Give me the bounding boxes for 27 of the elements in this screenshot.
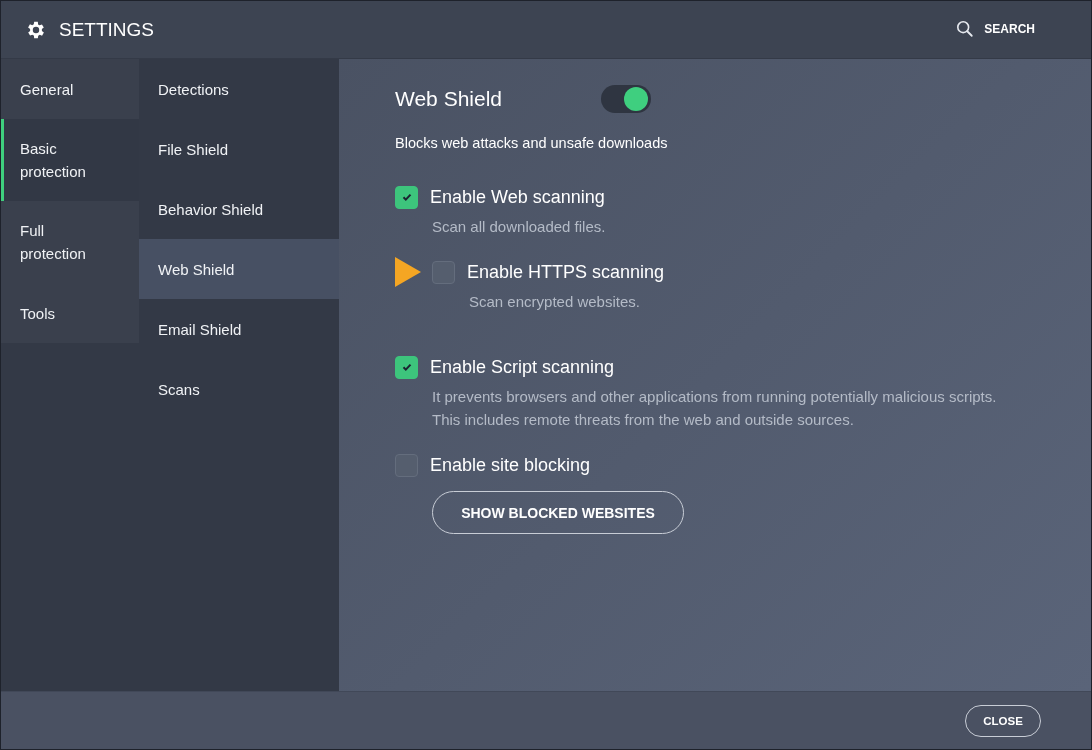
checkbox[interactable] <box>395 355 418 379</box>
option-description: It prevents browsers and other applications from running potentially malicious scripts. This includes remote threats from the web and outside sources. <box>432 387 997 430</box>
panel-title: Web Shield <box>395 87 503 111</box>
option-description: Scan encrypted websites. <box>469 292 641 312</box>
option-label: Enable site blocking <box>430 454 591 476</box>
section-item[interactable]: Scans <box>139 359 339 419</box>
category-item[interactable]: General <box>1 59 139 119</box>
section-item[interactable]: Detections <box>139 59 339 119</box>
checkbox[interactable] <box>432 260 455 284</box>
toggle-switch[interactable] <box>601 85 651 113</box>
category-item[interactable]: Tools <box>1 283 139 343</box>
section-item[interactable]: Email Shield <box>139 299 339 359</box>
section-item[interactable]: Web Shield <box>139 239 339 299</box>
section-item[interactable]: Behavior Shield <box>139 179 339 239</box>
panel-description: Blocks web attacks and unsafe downloads <box>395 135 669 151</box>
option-label: Enable Web scanning <box>430 186 605 208</box>
option-label: Enable Script scanning <box>430 356 615 378</box>
category-item[interactable]: Full protection <box>1 201 139 283</box>
check-icon <box>400 191 413 203</box>
window-title: SETTINGS <box>59 18 154 41</box>
option-label: Enable HTTPS scanning <box>467 261 665 283</box>
search-icon <box>956 19 975 38</box>
checkbox[interactable] <box>395 185 418 209</box>
search-button[interactable]: SEARCH <box>956 19 1063 40</box>
option-description: Scan all downloaded files. <box>432 217 607 237</box>
check-icon <box>400 361 413 373</box>
section-item[interactable]: File Shield <box>139 119 339 179</box>
